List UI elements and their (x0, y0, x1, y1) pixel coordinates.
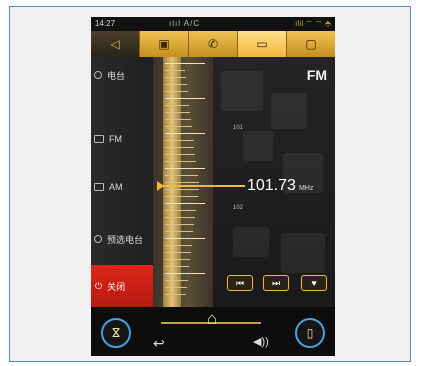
dial-tick (165, 217, 196, 218)
dial-tick (165, 119, 192, 120)
dial-tick (165, 133, 205, 134)
car-button[interactable]: ▯ (295, 318, 325, 348)
sidebar-item-label: AM (109, 182, 123, 192)
power-icon: ⏻ (95, 280, 103, 291)
sidebar-item-label: 电台 (107, 70, 126, 81)
back-icon: ↩ (153, 335, 165, 351)
dial-tick (165, 259, 191, 260)
dial-tick (165, 70, 186, 71)
climate-button[interactable]: ⴵ (101, 318, 131, 348)
sidebar-item-stations[interactable]: 电台 (94, 65, 154, 85)
volume-icon: ◀)) (253, 336, 269, 348)
dial-tick (165, 252, 191, 253)
skip-back-icon: ⏮ (235, 277, 245, 288)
status-icons: ılıl A/C (169, 19, 201, 28)
tab-phone[interactable]: ✆ (189, 31, 238, 57)
sidebar-item-fm[interactable]: FM (94, 129, 154, 149)
sidebar-item-presets[interactable]: 预选电台 (94, 229, 154, 249)
status-right-icons: ılıl ⌔ ⌔ ⬘ (295, 19, 331, 28)
dial-tick (165, 280, 188, 281)
skip-forward-icon: ⏭ (271, 277, 281, 288)
dial-tick (165, 182, 199, 183)
dial-tick (165, 175, 198, 176)
dial-tick (165, 91, 188, 92)
dial-tick (165, 98, 205, 99)
tab-radio[interactable]: ▭ (238, 31, 287, 57)
frequency-unit: MHz (298, 185, 314, 192)
dial-tick (165, 154, 196, 155)
tab-settings[interactable]: ▢ (287, 31, 335, 57)
dial-tick (165, 266, 190, 267)
dial-tick (165, 231, 194, 232)
phone-icon: ✆ (207, 37, 219, 51)
sidebar-item-label: FM (109, 134, 122, 144)
dial-tick (165, 196, 198, 197)
dial-tick (165, 161, 197, 162)
search-icon (94, 235, 102, 243)
tab-media[interactable]: ▣ (140, 31, 189, 57)
band-icon (94, 135, 104, 143)
monitor-icon: ▢ (305, 37, 317, 51)
dial-tick (165, 287, 187, 288)
media-play-icon: ▣ (158, 37, 170, 51)
tab-bar: ◁ ▣ ✆ ▭ ▢ (91, 31, 335, 57)
off-button[interactable]: ⏻ 关闭 (91, 265, 153, 307)
dial-tick (165, 189, 199, 190)
favorite-button[interactable]: ♥ (301, 275, 327, 291)
needle-arrow (157, 181, 164, 191)
volume-button[interactable]: ◀)) (253, 335, 269, 348)
dial-tick (165, 84, 187, 85)
dial-tick (165, 140, 194, 141)
dial-tick (165, 126, 192, 127)
home-button[interactable]: ⌂ (199, 309, 225, 328)
off-label: 关闭 (107, 281, 126, 292)
fan-icon: ⴵ (112, 326, 120, 340)
decor-square (243, 131, 273, 161)
dial-tick (165, 147, 195, 148)
next-station-button[interactable]: ⏭ (263, 275, 289, 291)
sidebar-item-label: 预选电台 (107, 234, 144, 245)
dial-tick (165, 112, 191, 113)
dial-tick (165, 245, 192, 246)
back-button[interactable]: ↩ (153, 335, 165, 352)
search-icon (94, 71, 102, 79)
dial-tick (165, 273, 205, 274)
status-time: 14:27 (95, 19, 116, 28)
prev-station-button[interactable]: ⏮ (227, 275, 253, 291)
decor-square (233, 227, 269, 257)
dial-tick (165, 63, 205, 64)
dial-tick (165, 210, 196, 211)
infotainment-screen: 14:27 ılıl A/C ılıl ⌔ ⌔ ⬘ ◁ ▣ ✆ ▭ ▢ 电台 F… (91, 17, 335, 356)
band-icon (94, 183, 104, 191)
dial-tick (165, 77, 187, 78)
dial-tick (165, 238, 205, 239)
decor-square (281, 233, 325, 273)
tab-navigation[interactable]: ◁ (91, 31, 140, 57)
heart-icon: ♥ (311, 278, 317, 288)
decor-square (221, 71, 263, 111)
status-bar: 14:27 ılıl A/C ılıl ⌔ ⌔ ⬘ (91, 17, 335, 31)
radio-icon: ▭ (256, 37, 268, 51)
sidebar-item-am[interactable]: AM (94, 177, 154, 197)
scale-label: 102 (233, 205, 244, 211)
dial-tick (165, 168, 205, 169)
scale-label: 101 (233, 125, 244, 131)
tuning-needle (157, 185, 245, 187)
dial-tick (165, 203, 205, 204)
dial-tick (165, 224, 195, 225)
frequency-display: 101.73 MHz (247, 177, 313, 195)
home-icon: ⌂ (206, 309, 218, 328)
dial-tick (165, 105, 190, 106)
nav-arrow-icon: ◁ (110, 37, 120, 51)
dial-tick (165, 294, 186, 295)
frequency-value: 101.73 (247, 177, 296, 194)
decor-square (271, 93, 307, 129)
car-icon: ▯ (306, 326, 314, 340)
band-title: FM (306, 67, 327, 83)
